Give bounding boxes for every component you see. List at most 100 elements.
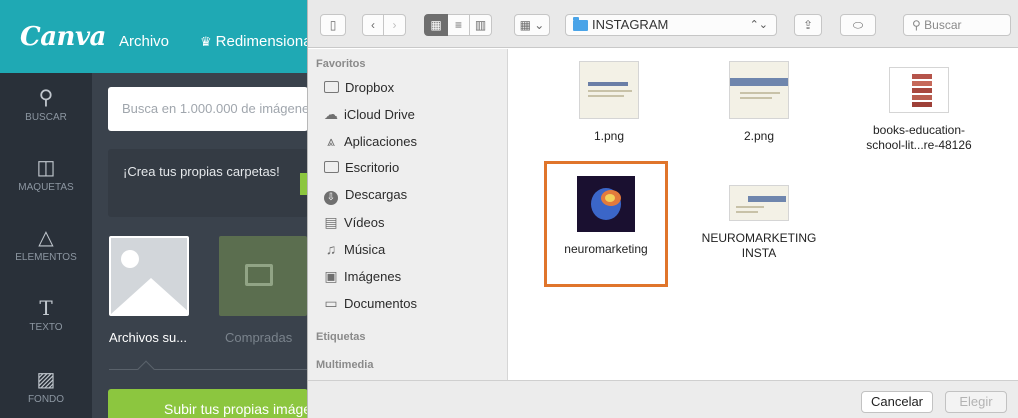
thumb-title-bar	[588, 82, 628, 86]
file-item[interactable]: 2.png	[694, 61, 824, 144]
documents-icon: ▭	[324, 295, 338, 311]
sidebar-item-musica[interactable]: ♫ Música	[322, 241, 385, 257]
list-view-button[interactable]: ≡	[448, 14, 470, 36]
rail-elements[interactable]: △ ELEMENTOS	[0, 227, 92, 263]
rail-text[interactable]: T TEXTO	[0, 297, 92, 333]
search-icon: ⚲	[912, 18, 921, 32]
history-nav: ‹ ›	[362, 14, 406, 36]
sidebar-item-descargas[interactable]: ⇩ Descargas	[322, 187, 407, 205]
tag-button[interactable]: ⬭	[840, 14, 876, 36]
music-icon: ♫	[325, 241, 337, 257]
sidebar-item-documentos[interactable]: ▭ Documentos	[322, 295, 417, 312]
file-name: 2.png	[743, 129, 775, 143]
canva-logo[interactable]: Canva	[20, 22, 106, 52]
card-icon	[245, 264, 273, 286]
tab-uploads[interactable]: Archivos su...	[109, 330, 187, 345]
uploads-thumbnail[interactable]	[109, 236, 189, 316]
purchased-thumbnail[interactable]	[219, 236, 307, 316]
choose-button[interactable]: Elegir	[945, 391, 1007, 413]
canva-side-rail: ⚲ BUSCAR ◫ MAQUETAS △ ELEMENTOS T TEXTO …	[0, 73, 92, 418]
create-folders-text: ¡Crea tus propias carpetas!	[123, 164, 280, 179]
mountain-icon	[111, 278, 187, 314]
thumb-book	[912, 74, 932, 79]
media-header: Multimedia	[316, 359, 374, 371]
desktop-icon	[324, 161, 339, 173]
menu-resize[interactable]: ♛ Redimensionar	[200, 33, 317, 50]
sidebar-item-dropbox[interactable]: Dropbox	[322, 80, 394, 95]
file-item-selected[interactable]: neuromarketing	[544, 161, 668, 287]
updown-chevron-icon: ⌃⌄	[749, 19, 768, 31]
upload-images-button[interactable]: Subir tus propias imágenes	[108, 389, 308, 418]
location-popup[interactable]: INSTAGRAM ⌃⌄	[565, 14, 777, 36]
image-search-input[interactable]: Busca en 1.000.000 de imágenes	[108, 87, 308, 131]
cloud-icon: ☁	[324, 106, 338, 122]
thumb-book	[912, 88, 932, 93]
tab-purchased[interactable]: Compradas	[225, 330, 292, 345]
rail-search[interactable]: ⚲ BUSCAR	[0, 87, 92, 123]
crown-icon: ♛	[200, 34, 212, 49]
create-folders-card[interactable]: ¡Crea tus propias carpetas!	[108, 149, 308, 217]
file-name: neuromarketing	[564, 242, 648, 256]
file-browser: 1.png 2.png books-education-school-lit..…	[509, 49, 1018, 380]
thumb-book	[912, 102, 932, 107]
rail-layouts[interactable]: ◫ MAQUETAS	[0, 157, 92, 193]
share-button[interactable]: ⇪	[794, 14, 822, 36]
file-name: books-education-school-lit...re-48126	[866, 123, 972, 152]
sidebar-item-aplicaciones[interactable]: ⩓ Aplicaciones	[322, 133, 417, 150]
cancel-button[interactable]: Cancelar	[861, 391, 933, 413]
file-name: NEUROMARKETING INSTA	[701, 231, 817, 260]
thumb-book	[912, 81, 932, 86]
text-icon: T	[39, 296, 53, 320]
sun-icon	[121, 250, 139, 268]
file-item[interactable]: 1.png	[544, 61, 674, 144]
menu-file[interactable]: Archivo	[119, 33, 169, 50]
forward-button[interactable]: ›	[384, 14, 406, 36]
file-thumbnail	[889, 67, 949, 113]
sidebar-item-escritorio[interactable]: Escritorio	[322, 160, 399, 175]
share-icon: ⇪	[802, 18, 814, 32]
thumb-title-bar	[730, 78, 788, 86]
canva-uploads-panel: Busca en 1.000.000 de imágenes ¡Crea tus…	[92, 73, 308, 418]
film-icon: ▤	[324, 214, 338, 230]
arrange-button[interactable]: ▦ ⌄	[514, 14, 550, 36]
shapes-icon: △	[38, 227, 54, 249]
search-icon: ⚲	[38, 87, 54, 109]
sidebar-toggle-button[interactable]: ▯	[320, 14, 346, 36]
file-item[interactable]: books-education-school-lit...re-48126	[854, 67, 984, 153]
thumb-text-line	[740, 92, 780, 94]
file-thumbnail	[729, 61, 789, 119]
file-open-dialog: ▯ ‹ › ▦ ≡ ▥ ▦ ⌄ INSTAGRAM ⌃⌄ ⇪ ⬭ ⚲ Busca…	[307, 0, 1018, 418]
camera-icon: ▣	[324, 268, 338, 284]
tags-header: Etiquetas	[316, 331, 366, 343]
thumb-glow	[605, 194, 615, 202]
sidebar-item-imagenes[interactable]: ▣ Imágenes	[322, 268, 401, 285]
sidebar-item-icloud-drive[interactable]: ☁ iCloud Drive	[322, 106, 415, 123]
thumb-text-line	[588, 90, 632, 92]
applications-icon: ⩓	[327, 133, 335, 149]
downloads-icon: ⇩	[324, 191, 338, 205]
thumb-text-line	[736, 211, 758, 213]
tab-caret	[137, 360, 155, 378]
background-icon: ▨	[36, 369, 56, 391]
file-thumbnail	[579, 61, 639, 119]
column-view-button[interactable]: ▥	[470, 14, 492, 36]
grid-icon: ▦	[430, 18, 442, 32]
layout-icon: ◫	[36, 157, 56, 179]
dialog-toolbar: ▯ ‹ › ▦ ≡ ▥ ▦ ⌄ INSTAGRAM ⌃⌄ ⇪ ⬭ ⚲ Busca…	[308, 0, 1018, 48]
sidebar-item-videos[interactable]: ▤ Vídeos	[322, 214, 384, 231]
dialog-sidebar: Favoritos Dropbox ☁ iCloud Drive ⩓ Aplicac…	[308, 49, 508, 380]
back-button[interactable]: ‹	[362, 14, 384, 36]
thumb-text-line	[740, 97, 772, 99]
file-name: 1.png	[593, 129, 625, 143]
thumb-text-line	[588, 95, 624, 97]
location-label: INSTAGRAM	[592, 17, 669, 32]
sidebar-icon: ▯	[329, 18, 337, 32]
tag-icon: ⬭	[852, 18, 864, 32]
icon-view-button[interactable]: ▦	[424, 14, 448, 36]
folder-icon	[324, 81, 339, 93]
rail-background[interactable]: ▨ FONDO	[0, 369, 92, 405]
file-thumbnail	[729, 185, 789, 221]
file-item[interactable]: NEUROMARKETING INSTA	[694, 185, 824, 261]
chevron-right-icon: ›	[392, 18, 397, 32]
dialog-search-input[interactable]: ⚲ Buscar	[903, 14, 1011, 36]
